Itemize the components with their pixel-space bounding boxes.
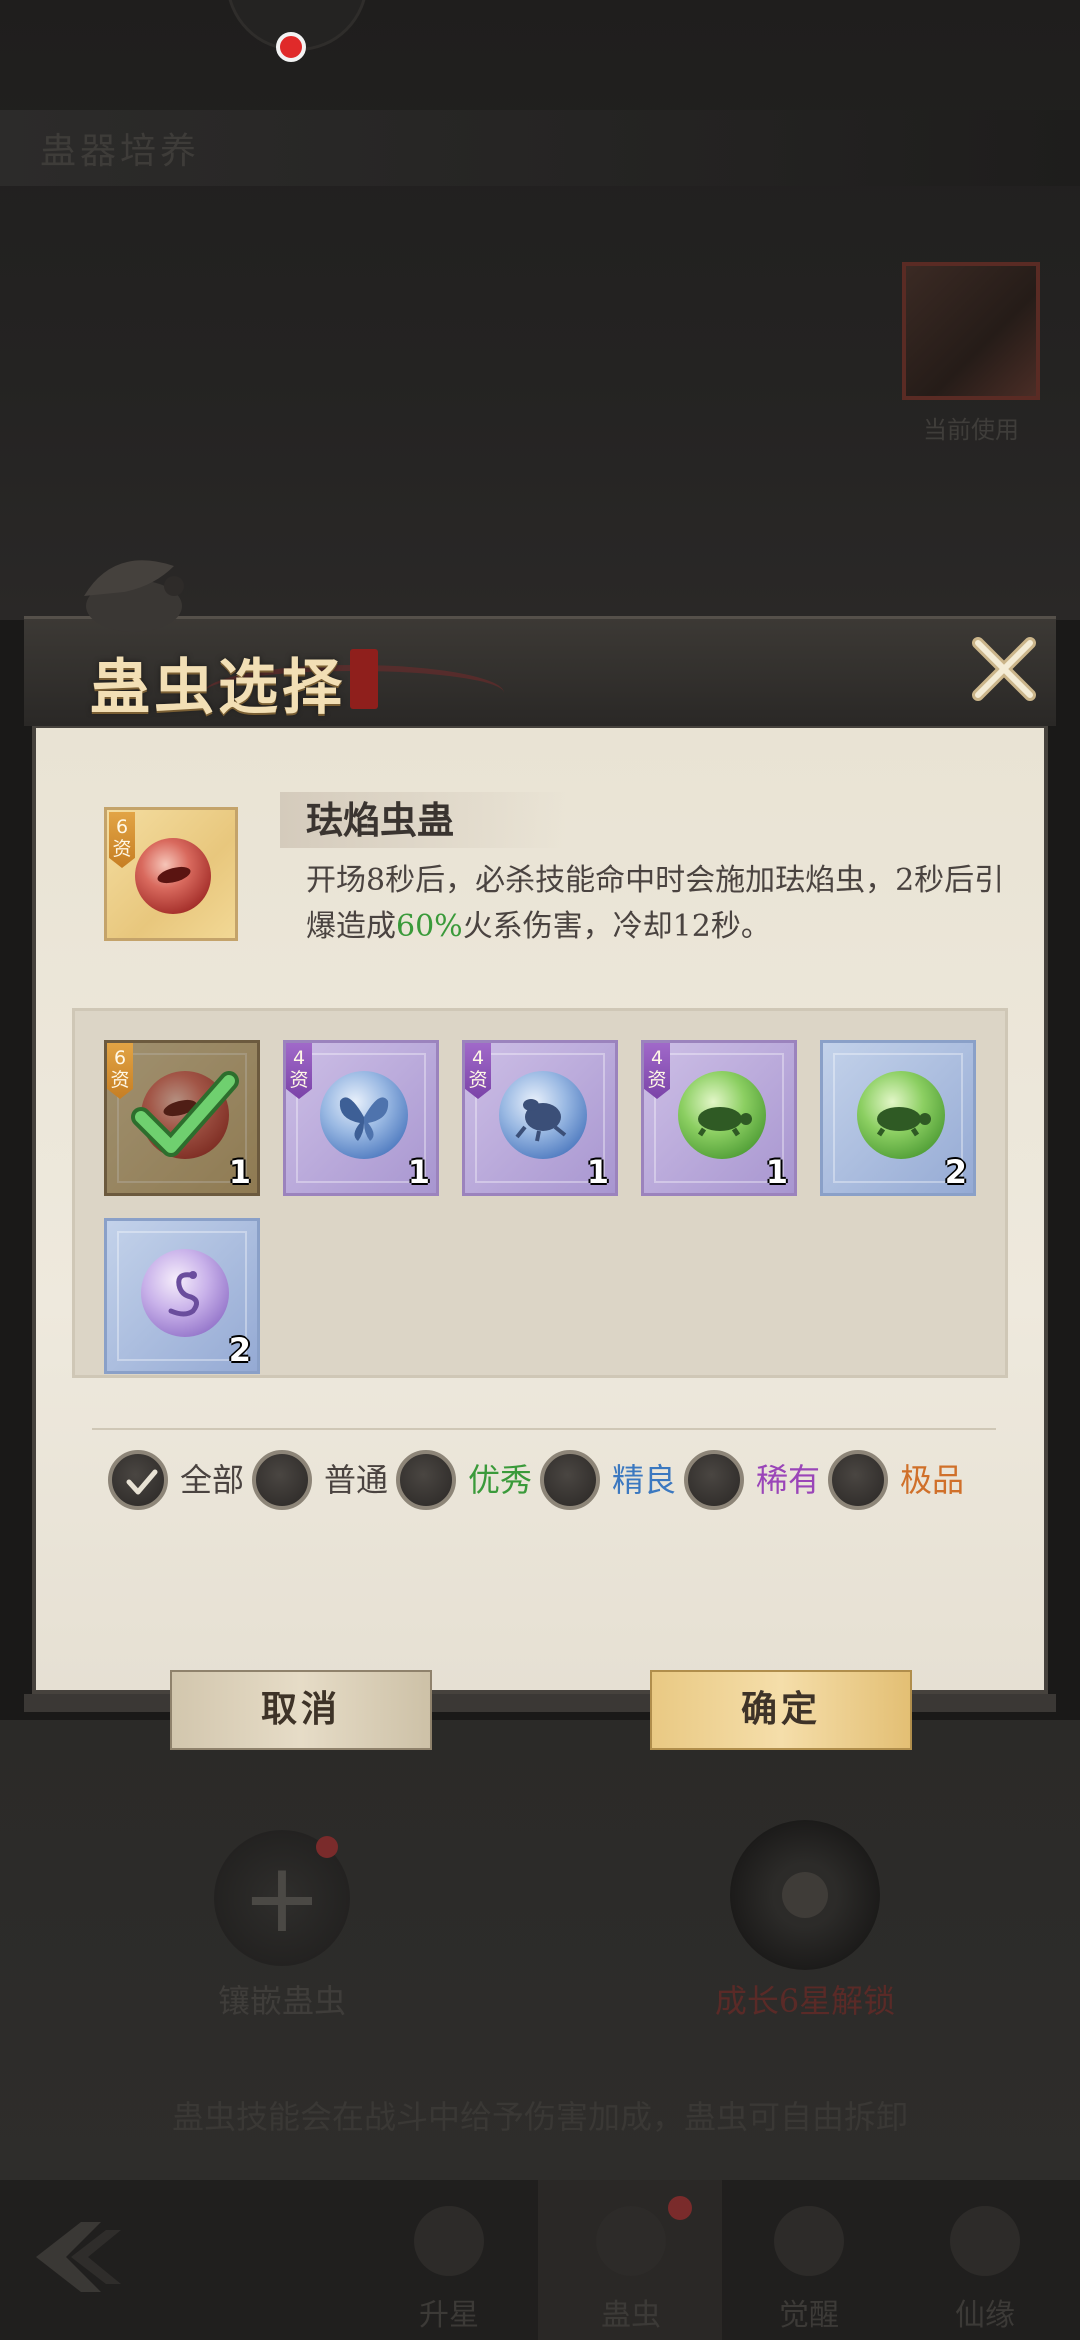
dialog-title: 蛊虫选择 [90, 653, 346, 723]
filter-label: 优秀 [468, 1461, 533, 1499]
turtle-orb-icon [678, 1071, 766, 1159]
item-count: 2 [944, 1153, 967, 1191]
filter-label: 普通 [324, 1461, 389, 1499]
filter-label: 全部 [180, 1461, 245, 1499]
item-count: 1 [586, 1153, 609, 1191]
grade-tag: 6资 [107, 1043, 133, 1099]
radio-button[interactable] [828, 1450, 888, 1510]
filter-epic[interactable]: 极品 [828, 1450, 964, 1514]
red-bug-orb-icon [135, 838, 211, 914]
butterfly-icon [339, 1097, 389, 1141]
selected-bug-name: 珐焰虫蛊 [280, 792, 566, 848]
turtle-icon [697, 1107, 752, 1137]
snake-orb-icon [141, 1249, 229, 1337]
filter-label: 稀有 [756, 1461, 821, 1499]
turtle-orb-icon [857, 1071, 945, 1159]
filter-all[interactable]: 全部 [108, 1450, 244, 1514]
beetle-orb-icon [499, 1071, 587, 1159]
seal-stamp-icon [350, 649, 378, 709]
bug-select-dialog: 蛊虫选择 6资 珐焰虫蛊 开场8秒后，必杀技能命中时会施加珐焰虫，2秒后引爆造成… [24, 560, 1056, 1750]
filter-divider [92, 1428, 996, 1430]
bug-item-cell[interactable]: 4资 1 [462, 1040, 618, 1196]
bug-item-cell[interactable]: 2 [820, 1040, 976, 1196]
tab-fate: 仙缘 [955, 2298, 1015, 2333]
portrait-label: 当前使用 [923, 416, 1019, 444]
lock-icon [782, 1872, 828, 1918]
selected-bug-description: 开场8秒后，必杀技能命中时会施加珐焰虫，2秒后引爆造成60%火系伤害，冷却12秒… [306, 858, 1006, 950]
filter-rare[interactable]: 稀有 [684, 1450, 820, 1514]
filter-common[interactable]: 普通 [252, 1450, 388, 1514]
background-hint-text: 蛊虫技能会在战斗中给予伤害加成，蛊虫可自由拆卸 [171, 2098, 908, 2136]
radio-button[interactable] [108, 1450, 168, 1510]
item-count: 1 [765, 1153, 788, 1191]
radio-button[interactable] [540, 1450, 600, 1510]
item-count: 1 [407, 1153, 430, 1191]
bug-item-cell[interactable]: 6资 1 [104, 1040, 260, 1196]
filter-label: 极品 [900, 1461, 965, 1499]
notification-dot [276, 32, 306, 62]
tab-awaken: 觉醒 [779, 2298, 839, 2333]
slot-notification-dot [316, 1836, 338, 1858]
bird-decoration-icon [84, 560, 184, 632]
tab-notification-dot [668, 2196, 692, 2220]
radio-button[interactable] [684, 1450, 744, 1510]
grade-tag: 4资 [644, 1043, 670, 1099]
bug-silhouette [155, 863, 193, 887]
beetle-icon [515, 1099, 567, 1142]
radio-button[interactable] [252, 1450, 312, 1510]
filter-fine[interactable]: 精良 [540, 1450, 676, 1514]
description-text-end: 火系伤害，冷却12秒。 [462, 909, 771, 944]
filter-label: 精良 [612, 1461, 677, 1499]
item-count: 2 [228, 1331, 251, 1369]
confirm-button[interactable]: 确定 [650, 1670, 912, 1750]
add-slot-label: 镶嵌蛊虫 [217, 1982, 346, 2020]
close-icon[interactable] [968, 633, 1040, 705]
grade-tag: 4资 [286, 1043, 312, 1099]
cancel-button[interactable]: 取消 [170, 1670, 432, 1750]
description-highlight: 60% [396, 909, 463, 944]
tab-bug: 蛊虫 [601, 2298, 661, 2333]
selected-bug-icon: 6资 [104, 807, 238, 941]
grade-tag: 6资 [109, 812, 135, 868]
radio-button[interactable] [396, 1450, 456, 1510]
turtle-icon [876, 1107, 931, 1137]
checkmark-icon [131, 1071, 239, 1157]
locked-slot-label: 成长6星解锁 [714, 1982, 896, 2020]
snake-icon [168, 1271, 199, 1317]
bug-item-cell[interactable]: 2 [104, 1218, 260, 1374]
background-header-title: 蛊器培养 [40, 131, 201, 172]
grade-tag: 4资 [465, 1043, 491, 1099]
tab-upgrade: 升星 [419, 2298, 479, 2333]
bug-item-cell[interactable]: 4资 1 [283, 1040, 439, 1196]
checkmark-icon [126, 1469, 158, 1495]
back-arrow-icon [36, 2222, 121, 2292]
bug-item-cell[interactable]: 4资 1 [641, 1040, 797, 1196]
butterfly-orb-icon [320, 1071, 408, 1159]
filter-excellent[interactable]: 优秀 [396, 1450, 532, 1514]
character-portrait [902, 262, 1040, 400]
item-count: 1 [228, 1153, 251, 1191]
